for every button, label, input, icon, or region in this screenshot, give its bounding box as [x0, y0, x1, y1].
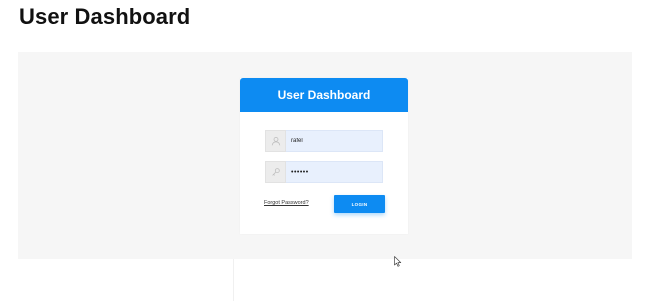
user-icon: [265, 130, 286, 152]
password-input[interactable]: [286, 161, 383, 183]
page-title: User Dashboard: [19, 4, 191, 29]
login-card: User Dashboard Forgot Password? LOGIN: [240, 78, 408, 234]
forgot-password-link[interactable]: Forgot Password?: [264, 200, 309, 206]
password-field: [265, 161, 383, 183]
login-card-header: User Dashboard: [240, 78, 408, 112]
login-button[interactable]: LOGIN: [334, 195, 385, 213]
mouse-cursor-icon: [394, 256, 402, 267]
key-icon: [265, 161, 286, 183]
username-field: [265, 130, 383, 152]
divider: [233, 259, 234, 301]
login-card-title: User Dashboard: [277, 88, 371, 102]
page: User Dashboard User Dashboard rafel ••••…: [0, 0, 660, 301]
username-input[interactable]: [286, 130, 383, 152]
